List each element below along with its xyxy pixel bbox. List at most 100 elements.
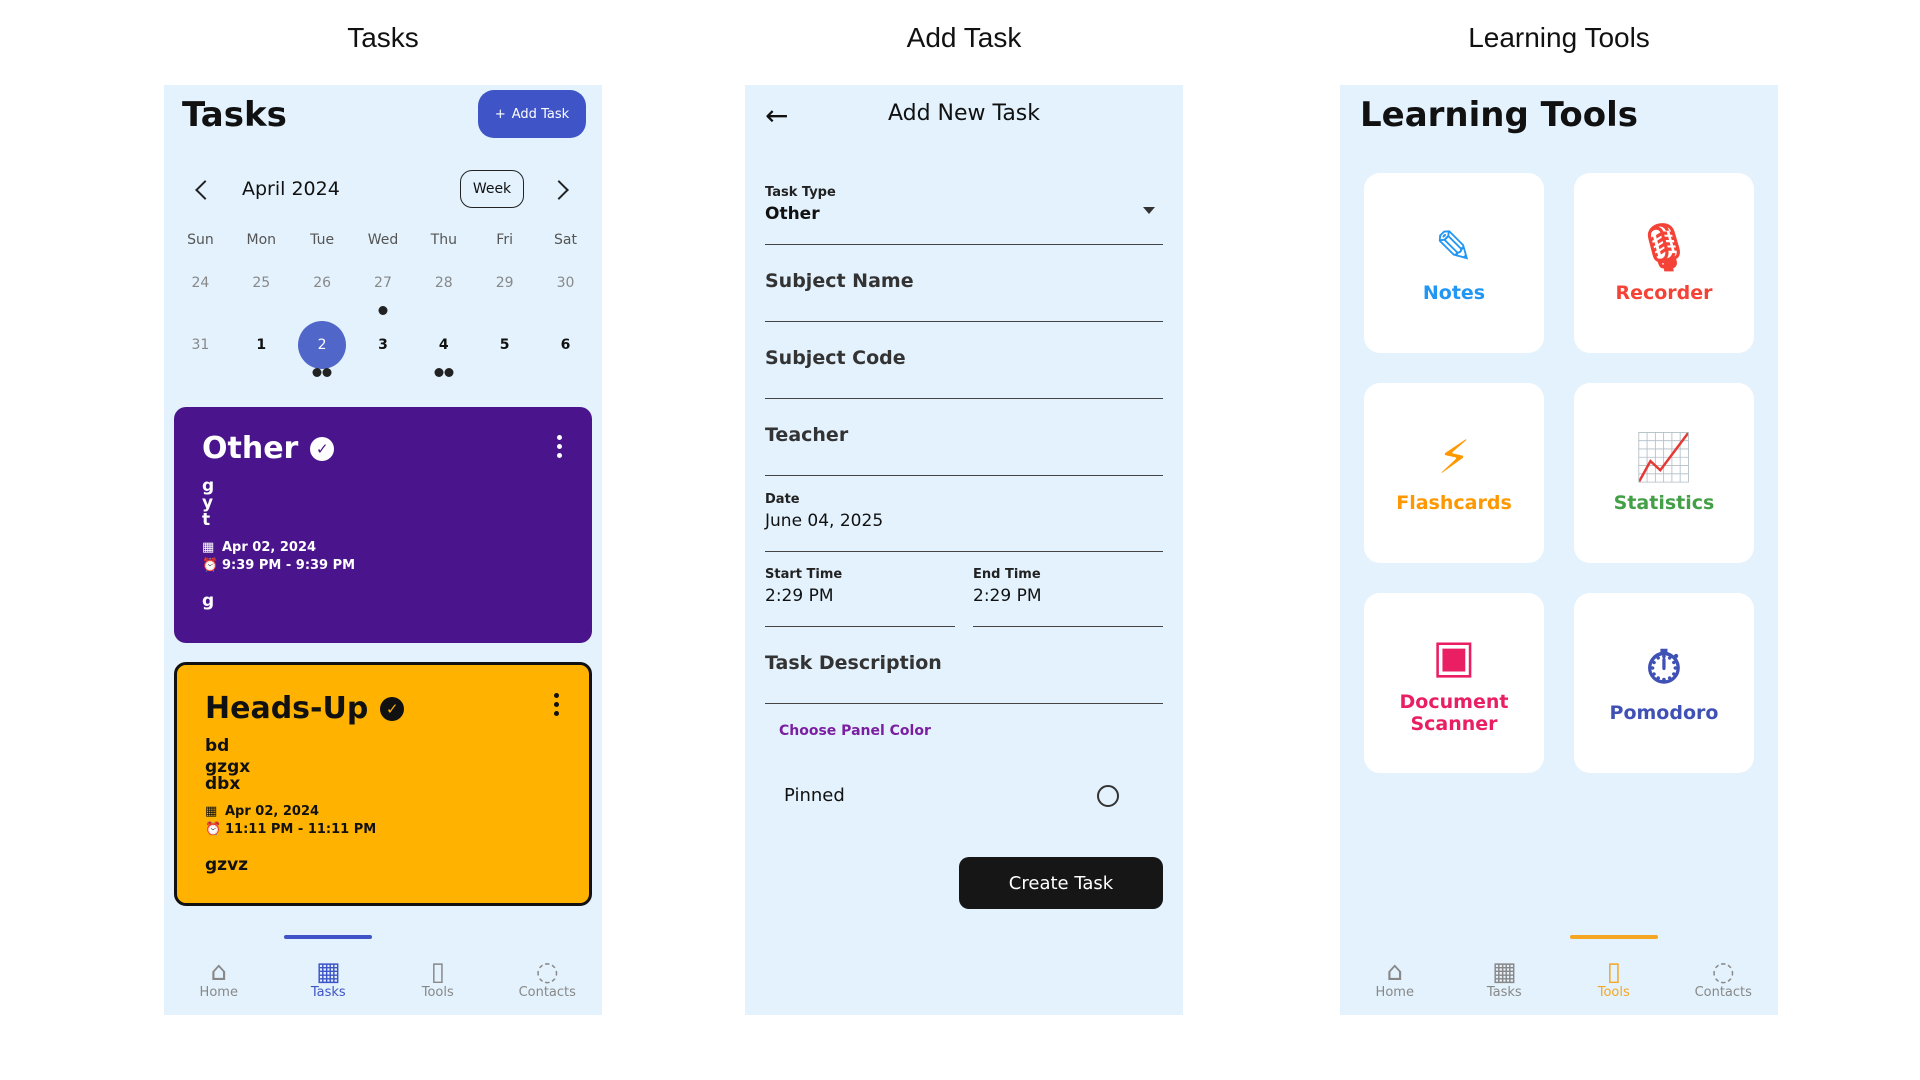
nav-tasks[interactable]: ▦ Tasks [274,935,384,1015]
chat-icon: ◌ [1711,957,1735,987]
tool-card-recorder[interactable]: 🎙 Recorder [1574,173,1754,353]
tools-grid: ✎ Notes 🎙 Recorder ⚡ Flashcards 📈 Statis… [1364,173,1754,773]
nav-tools[interactable]: ▯ Tools [383,935,493,1015]
field-value: 2:29 PM [973,586,1042,606]
day-number: 4 [438,337,449,353]
day-number: 6 [560,337,571,353]
start-time-field[interactable]: Start Time 2:29 PM [765,567,955,627]
calendar-day[interactable]: 1 [236,323,286,367]
weekday-label: Mon [246,232,277,248]
nav-label: Tasks [310,985,346,1000]
weekday-label: Sat [554,232,577,248]
task-footer: gzvz [205,855,249,875]
calendar-icon: ▦ [315,957,341,987]
page-title: Learning Tools [1360,95,1638,135]
task-card-title: Heads-Up ✓ [205,691,561,726]
task-card-title: Other ✓ [202,431,564,466]
tool-card-flashcards[interactable]: ⚡ Flashcards [1364,383,1544,563]
nav-tools[interactable]: ▯ Tools [1559,935,1669,1015]
alarm-icon: ⏰ [202,558,219,573]
calendar: Sun Mon Tue Wed Thu Fri Sat 24 25 26 27 … [164,225,602,377]
weekday-label: Sun [187,232,214,248]
teacher-field[interactable]: Teacher [765,424,1163,476]
calendar-day[interactable]: 26 [297,261,347,305]
nav-tasks[interactable]: ▦ Tasks [1450,935,1560,1015]
page-title: Add New Task [887,101,1041,126]
learning-tools-screen: Learning Tools ✎ Notes 🎙 Recorder ⚡ Flas… [1340,85,1778,1015]
add-task-label: Add Task [511,106,570,122]
calendar-day[interactable]: 28 [419,261,469,305]
event-dots [378,306,388,315]
caption-learning-tools: Learning Tools [1468,22,1650,53]
alarm-icon: ⏰ [205,822,222,837]
scanner-icon: ▣ [1432,629,1476,683]
calendar-day[interactable]: 27 [358,261,408,315]
date-field[interactable]: Date June 04, 2025 [765,492,1163,552]
more-vert-icon[interactable] [554,693,559,716]
day-number: 31 [191,337,210,353]
task-meta: ▦ Apr 02, 2024 ⏰ 11:11 PM - 11:11 PM [205,803,561,839]
task-lines: g y t [202,478,564,529]
tool-card-statistics[interactable]: 📈 Statistics [1574,383,1754,563]
day-number: 2 [298,321,347,369]
caption-tasks: Tasks [347,22,419,53]
nav-contacts[interactable]: ◌ Contacts [1669,935,1779,1015]
add-task-screen: ← Add New Task Task Type Other Subject N… [745,85,1183,1015]
day-number: 29 [495,275,514,291]
task-description-field[interactable]: Task Description [765,652,1163,704]
calendar-day[interactable]: 31 [175,323,225,367]
nav-home[interactable]: ⌂ Home [1340,935,1450,1015]
calendar-icon: ▦ [202,540,215,555]
field-value: 2:29 PM [765,586,834,606]
field-label: Date [765,492,800,507]
choose-panel-color-link[interactable]: Choose Panel Color [779,723,931,739]
field-placeholder: Task Description [765,652,942,674]
add-task-button[interactable]: + Add Task [478,90,586,138]
chevron-right-icon[interactable] [549,180,569,200]
tool-card-pomodoro[interactable]: ⏱ Pomodoro [1574,593,1754,773]
more-vert-icon[interactable] [557,435,562,458]
task-date: Apr 02, 2024 [225,804,320,819]
task-type-select[interactable]: Task Type Other [765,185,1163,245]
calendar-day[interactable]: 24 [175,261,225,305]
week-toggle-button[interactable]: Week [460,170,524,208]
nav-label: Home [1375,985,1414,1000]
tasks-screen: Tasks + Add Task April 2024 Week Sun Mon… [164,85,602,1015]
task-card[interactable]: Heads-Up ✓ bd gzgx dbx ▦ Apr 02, 2024 ⏰ 11… [174,662,592,906]
nav-label: Tools [1597,985,1630,1000]
active-indicator [1569,935,1658,939]
subject-code-field[interactable]: Subject Code [765,347,1163,399]
calendar-day[interactable]: 30 [540,261,590,305]
tool-label: Notes [1422,282,1486,304]
calendar-day[interactable]: 25 [236,261,286,305]
field-placeholder: Subject Code [765,347,906,369]
calendar-day[interactable]: 29 [480,261,530,305]
pinned-radio[interactable] [1097,785,1119,807]
calendar-day-selected[interactable]: 2 [297,321,347,377]
day-number: 24 [191,275,210,291]
task-title-text: Heads-Up [205,691,369,726]
day-number: 27 [374,275,392,291]
task-date: Apr 02, 2024 [222,540,317,555]
chevron-left-icon[interactable] [195,180,215,200]
task-lines: bd gzgx dbx [205,738,561,793]
subject-name-field[interactable]: Subject Name [765,270,1163,322]
plus-icon: + [494,106,506,122]
end-time-field[interactable]: End Time 2:29 PM [973,567,1163,627]
tool-card-notes[interactable]: ✎ Notes [1364,173,1544,353]
task-card[interactable]: Other ✓ g y t ▦ Apr 02, 2024 ⏰ 9:39 PM - 9… [174,407,592,643]
calendar-day[interactable]: 6 [540,323,590,367]
task-line: dbx [205,774,241,794]
field-placeholder: Subject Name [765,270,914,292]
create-task-button[interactable]: Create Task [959,857,1163,909]
calendar-day[interactable]: 3 [358,323,408,367]
tool-card-document-scanner[interactable]: ▣ Document Scanner [1364,593,1544,773]
month-label: April 2024 [242,178,340,200]
nav-contacts[interactable]: ◌ Contacts [493,935,603,1015]
calendar-day[interactable]: 4 [419,323,469,377]
tool-label: Recorder [1615,282,1713,304]
calendar-day[interactable]: 5 [480,323,530,367]
weekday-label: Wed [367,232,399,248]
nav-home[interactable]: ⌂ Home [164,935,274,1015]
tool-label: Document Scanner [1399,691,1509,735]
